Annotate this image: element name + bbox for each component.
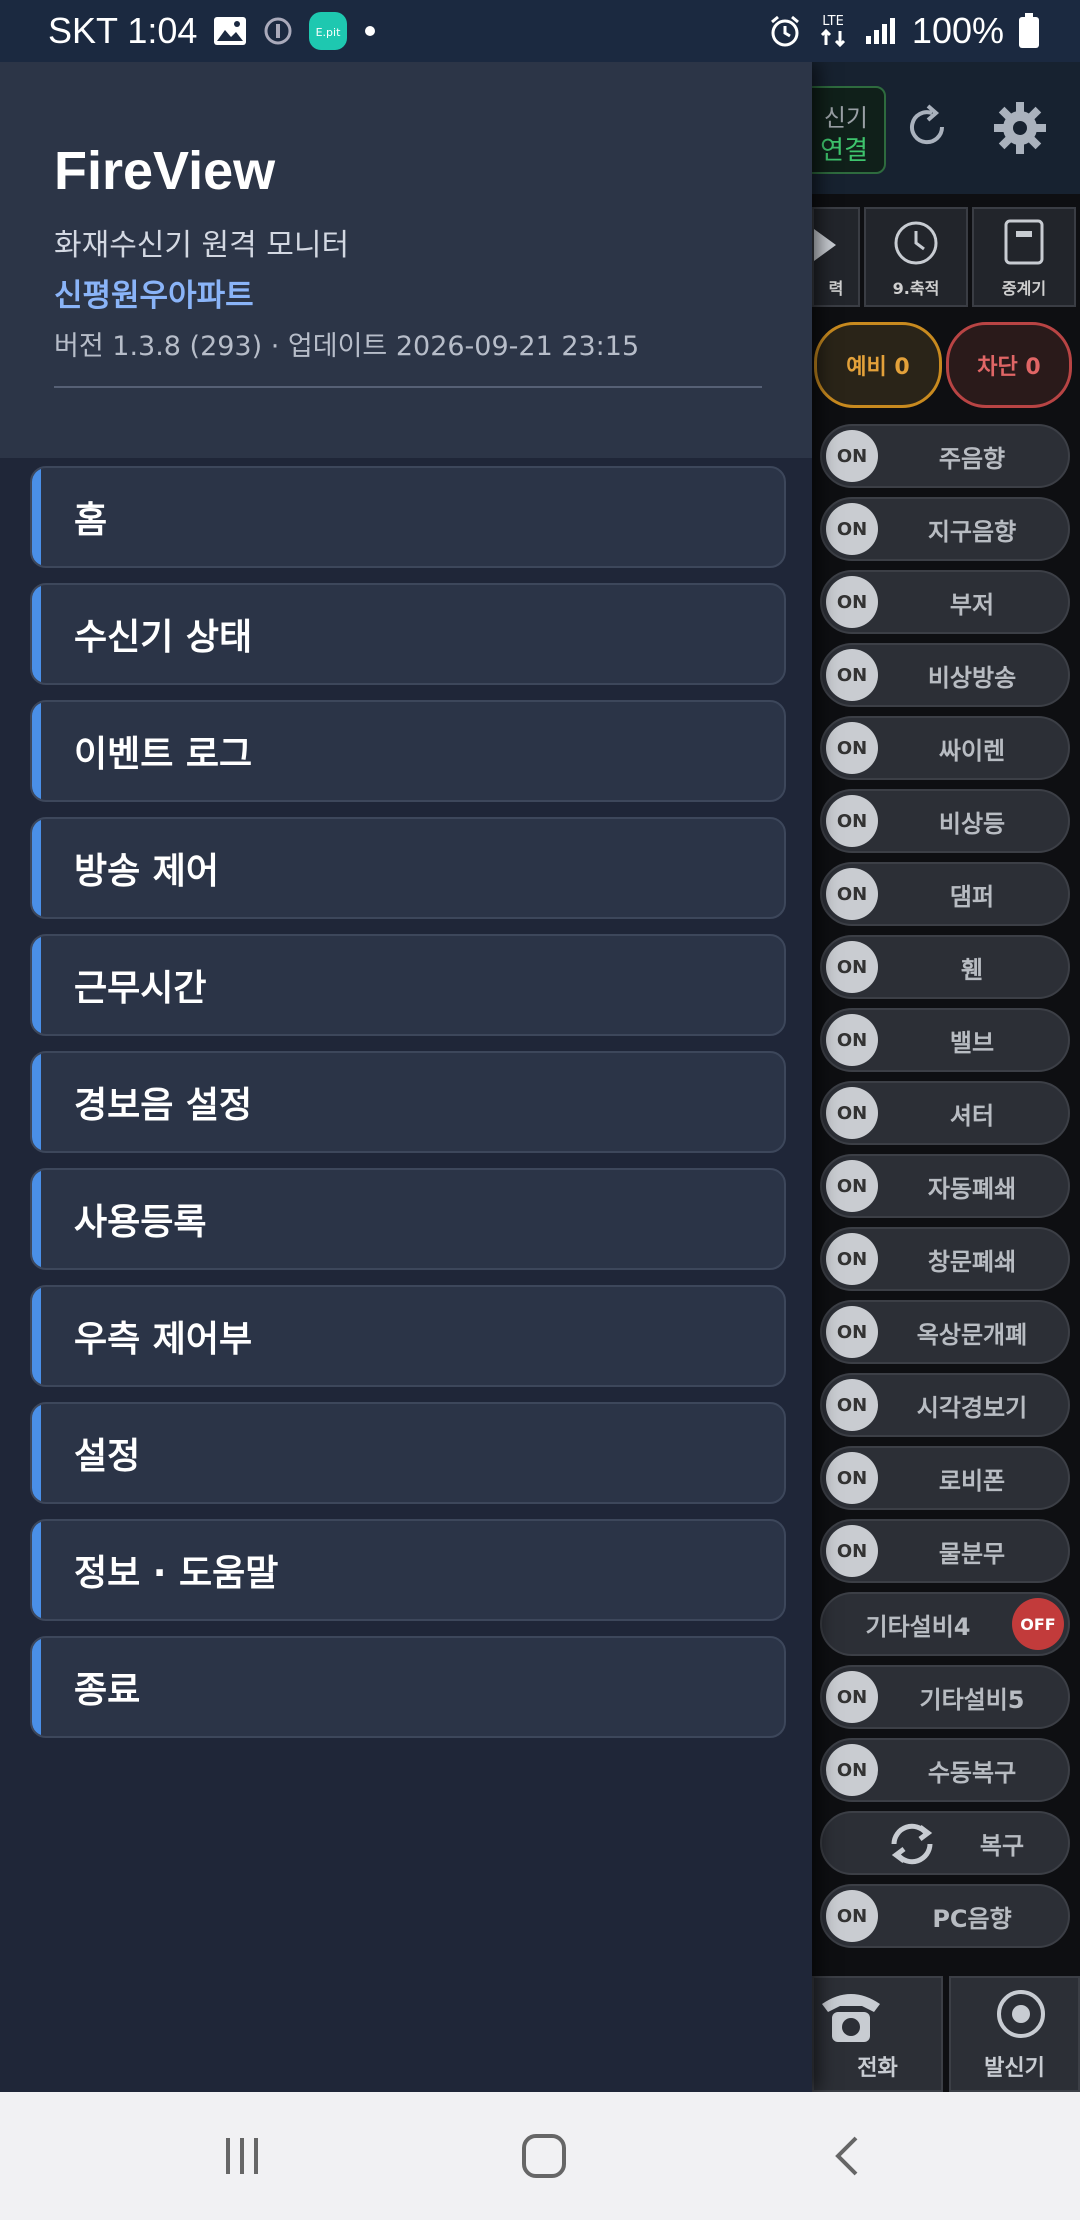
menu-accent-bar bbox=[32, 1170, 41, 1268]
menu-accent-bar bbox=[32, 1638, 41, 1736]
menu-accent-bar bbox=[32, 702, 41, 800]
toggle-switch[interactable]: ON 비상등 bbox=[820, 789, 1070, 853]
reset-button[interactable]: 복구 bbox=[820, 1811, 1070, 1875]
connection-status-button[interactable]: 신기 연결 bbox=[812, 86, 886, 174]
site-name: 신평원우아파트 bbox=[54, 278, 254, 314]
toggle-switch-off[interactable]: OFF 기타설비4 bbox=[820, 1592, 1070, 1656]
toggle-switch[interactable]: ON 댐퍼 bbox=[820, 862, 1070, 926]
battery-percent: 100% bbox=[911, 10, 1004, 51]
drawer-header: FireView 화재수신기 원격 모니터 신평원우아파트 버전 1.3.8 (… bbox=[0, 62, 812, 458]
home-icon bbox=[522, 2134, 566, 2178]
menu-item-info-help[interactable]: 정보 · 도움말 bbox=[30, 1519, 786, 1621]
toggle-switch[interactable]: ON 셔터 bbox=[820, 1081, 1070, 1145]
toggle-switch[interactable]: ON 휀 bbox=[820, 935, 1070, 999]
repeater-icon bbox=[1004, 219, 1044, 265]
background-app-toolbar: 신기 연결 bbox=[812, 62, 1080, 194]
toggle-switch[interactable]: ON 부저 bbox=[820, 570, 1070, 634]
tab-output[interactable]: 력 bbox=[812, 207, 860, 307]
toggle-switch[interactable]: ON 주음향 bbox=[820, 424, 1070, 488]
status-bar: SKT 1:04 E.pit LTE 100% bbox=[0, 0, 1080, 62]
background-bottom-buttons: 전화 발신기 bbox=[812, 1976, 1080, 2092]
menu-accent-bar bbox=[32, 1053, 41, 1151]
home-button[interactable] bbox=[504, 2116, 584, 2196]
menu-item-work-hours[interactable]: 근무시간 bbox=[30, 934, 786, 1036]
alarm-clock-icon bbox=[768, 14, 802, 48]
menu-item-exit[interactable]: 종료 bbox=[30, 1636, 786, 1738]
lte-data-icon: LTE bbox=[816, 11, 850, 51]
tab-repeater[interactable]: 중계기 bbox=[972, 207, 1076, 307]
header-divider bbox=[54, 386, 762, 388]
status-time: SKT 1:04 bbox=[48, 10, 198, 51]
menu-accent-bar bbox=[32, 1287, 41, 1385]
system-navigation-bar bbox=[0, 2092, 1080, 2220]
toggle-switch[interactable]: ON 기타설비5 bbox=[820, 1665, 1070, 1729]
menu-accent-bar bbox=[32, 819, 41, 917]
epit-notification-icon: E.pit bbox=[309, 12, 348, 50]
info-notification-icon bbox=[263, 16, 293, 46]
navigation-drawer: FireView 화재수신기 원격 모니터 신평원우아파트 버전 1.3.8 (… bbox=[0, 62, 812, 2092]
toggle-switch[interactable]: ON 물분무 bbox=[820, 1519, 1070, 1583]
toggle-switch[interactable]: ON 자동폐쇄 bbox=[820, 1154, 1070, 1218]
switch-list: ON 주음향 ON 지구음향 ON 부저 ON 비상방송 ON 싸이렌 ON 비상등 ON 댐… bbox=[820, 424, 1080, 1957]
recent-apps-icon bbox=[226, 2138, 258, 2174]
phone-button[interactable]: 전화 bbox=[812, 1976, 943, 2092]
toggle-switch[interactable]: ON 시각경보기 bbox=[820, 1373, 1070, 1437]
gear-icon[interactable] bbox=[992, 100, 1048, 156]
background-app-panel: 신기 연결 력 9.축적 중계기 예비 0 차단 0 ON 주음향 ON 지구음향 … bbox=[812, 62, 1080, 2092]
menu-item-event-log[interactable]: 이벤트 로그 bbox=[30, 700, 786, 802]
toggle-switch[interactable]: ON 옥상문개폐 bbox=[820, 1300, 1070, 1364]
status-badges: 예비 0 차단 0 bbox=[812, 322, 1080, 408]
drawer-menu: 홈 수신기 상태 이벤트 로그 방송 제어 근무시간 경보음 설정 사용등록 우… bbox=[30, 466, 786, 1753]
spare-badge[interactable]: 예비 0 bbox=[814, 322, 942, 408]
sync-icon bbox=[891, 1823, 933, 1865]
app-subtitle: 화재수신기 원격 모니터 bbox=[54, 228, 350, 263]
play-icon bbox=[814, 229, 836, 261]
menu-accent-bar bbox=[32, 1521, 41, 1619]
menu-item-registration[interactable]: 사용등록 bbox=[30, 1168, 786, 1270]
blocked-badge[interactable]: 차단 0 bbox=[946, 322, 1072, 408]
back-icon bbox=[835, 2136, 858, 2176]
menu-accent-bar bbox=[32, 585, 41, 683]
refresh-icon[interactable] bbox=[902, 102, 952, 152]
clock-icon bbox=[894, 221, 938, 265]
battery-icon bbox=[1018, 13, 1040, 49]
app-title: FireView bbox=[54, 141, 276, 201]
svg-text:E.pit: E.pit bbox=[316, 26, 341, 39]
menu-item-alarm-sound-settings[interactable]: 경보음 설정 bbox=[30, 1051, 786, 1153]
menu-item-broadcast-control[interactable]: 방송 제어 bbox=[30, 817, 786, 919]
more-notifications-dot-icon bbox=[363, 24, 377, 38]
toggle-switch[interactable]: ON 밸브 bbox=[820, 1008, 1070, 1072]
recent-apps-button[interactable] bbox=[202, 2116, 282, 2196]
back-button[interactable] bbox=[808, 2116, 888, 2196]
svg-text:LTE: LTE bbox=[822, 14, 844, 29]
menu-item-home[interactable]: 홈 bbox=[30, 466, 786, 568]
tab-accumulate[interactable]: 9.축적 bbox=[864, 207, 968, 307]
toggle-switch[interactable]: ON 싸이렌 bbox=[820, 716, 1070, 780]
menu-item-settings[interactable]: 설정 bbox=[30, 1402, 786, 1504]
menu-accent-bar bbox=[32, 936, 41, 1034]
menu-item-right-control-panel[interactable]: 우측 제어부 bbox=[30, 1285, 786, 1387]
signal-strength-icon bbox=[864, 16, 898, 46]
background-tab-row: 력 9.축적 중계기 bbox=[812, 207, 1080, 307]
gallery-notification-icon bbox=[213, 16, 247, 46]
transmitter-button[interactable]: 발신기 bbox=[949, 1976, 1080, 2092]
menu-accent-bar bbox=[32, 1404, 41, 1502]
version-info: 버전 1.3.8 (293) · 업데이트 2026-09-21 23:15 bbox=[54, 331, 640, 362]
toggle-switch[interactable]: ON PC음향 bbox=[820, 1884, 1070, 1948]
bell-icon bbox=[997, 1990, 1045, 2038]
toggle-switch[interactable]: ON 수동복구 bbox=[820, 1738, 1070, 1802]
toggle-switch[interactable]: ON 지구음향 bbox=[820, 497, 1070, 561]
toggle-switch[interactable]: ON 창문폐쇄 bbox=[820, 1227, 1070, 1291]
menu-item-receiver-status[interactable]: 수신기 상태 bbox=[30, 583, 786, 685]
toggle-switch[interactable]: ON 비상방송 bbox=[820, 643, 1070, 707]
toggle-switch[interactable]: ON 로비폰 bbox=[820, 1446, 1070, 1510]
telephone-icon bbox=[822, 1994, 880, 2042]
menu-accent-bar bbox=[32, 468, 41, 566]
